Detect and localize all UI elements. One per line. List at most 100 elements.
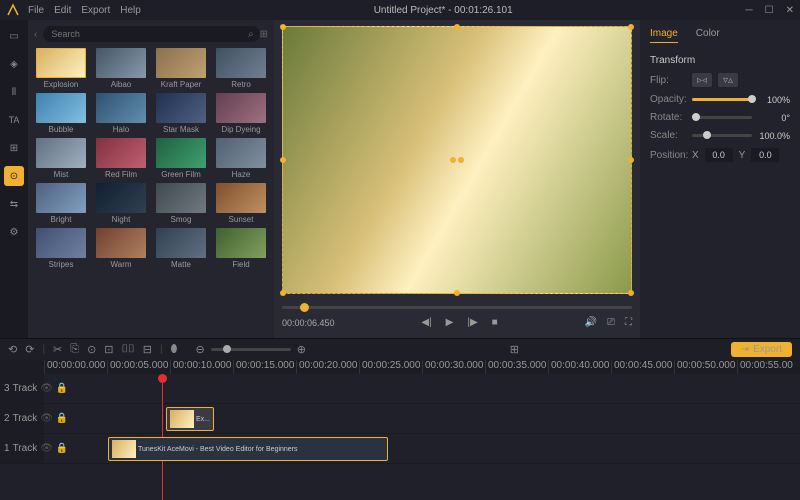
ruler-tick: 00:00:30.000 xyxy=(422,360,485,374)
zoom-slider[interactable] xyxy=(211,348,291,351)
templates-tab-icon[interactable]: ⊞ xyxy=(4,138,24,158)
effect-thumb[interactable]: Dip Dyeing xyxy=(214,93,268,134)
playback-time: 00:00:06.450 xyxy=(282,318,335,328)
effect-label: Red Film xyxy=(105,170,137,179)
effect-label: Kraft Paper xyxy=(161,80,201,89)
track-number: 1 xyxy=(4,443,10,454)
marker-button[interactable]: ⬮ xyxy=(171,343,178,356)
flip-horizontal-button[interactable]: ▹◃ xyxy=(692,73,712,87)
settings-icon[interactable]: ⊞ xyxy=(510,343,519,356)
preview-canvas[interactable] xyxy=(282,26,632,294)
close-button[interactable]: ✕ xyxy=(786,5,794,16)
ruler-tick: 00:00:40.000 xyxy=(548,360,611,374)
back-icon[interactable]: ‹ xyxy=(34,29,37,40)
position-x-input[interactable] xyxy=(705,148,733,162)
minimize-button[interactable]: ─ xyxy=(746,5,753,16)
track-row: 2Track👁🔒Ex... xyxy=(0,404,800,434)
menu-help[interactable]: Help xyxy=(120,5,141,16)
split-button[interactable]: ⌷⌷ xyxy=(122,343,135,356)
ruler-tick: 00:00:55.00 xyxy=(737,360,800,374)
effect-thumb[interactable]: Bubble xyxy=(34,93,88,134)
rotate-slider[interactable] xyxy=(692,116,752,119)
zoom-in-button[interactable]: ⊕ xyxy=(297,343,306,356)
effect-thumb[interactable]: Star Mask xyxy=(154,93,208,134)
search-input[interactable] xyxy=(43,26,260,42)
effects-tab-icon[interactable]: ⊙ xyxy=(4,166,24,186)
effect-thumb[interactable]: Retro xyxy=(214,48,268,89)
snapshot-icon[interactable]: ⎚ xyxy=(607,317,615,328)
effect-thumb[interactable]: Smog xyxy=(154,183,208,224)
track-row: 1Track👁🔒TunesKit AceMovi - Best Video Ed… xyxy=(0,434,800,464)
crop-button[interactable]: ⊡ xyxy=(104,343,113,356)
next-frame-button[interactable]: |▶ xyxy=(467,317,477,328)
position-label: Position: xyxy=(650,150,686,161)
copy-button[interactable]: ⎘ xyxy=(70,343,79,356)
audio-tab-icon[interactable]: ⦀ xyxy=(4,82,24,102)
effect-label: Smog xyxy=(171,215,192,224)
undo-button[interactable]: ⟲ xyxy=(8,343,17,356)
effect-thumb[interactable]: Night xyxy=(94,183,148,224)
text-tab-icon[interactable]: TA xyxy=(4,110,24,130)
flip-vertical-button[interactable]: ▿▵ xyxy=(718,73,738,87)
tab-color[interactable]: Color xyxy=(696,28,720,43)
effect-thumb[interactable]: Aibao xyxy=(94,48,148,89)
effect-thumb[interactable]: Stripes xyxy=(34,228,88,269)
media-tab-icon[interactable]: ▭ xyxy=(4,26,24,46)
ruler-tick: 00:00:20.000 xyxy=(296,360,359,374)
effect-thumb[interactable]: Halo xyxy=(94,93,148,134)
effect-thumb[interactable]: Mist xyxy=(34,138,88,179)
search-icon: ⌕ xyxy=(248,29,254,40)
cut-button[interactable]: ✂ xyxy=(53,343,62,356)
play-button[interactable]: ▶ xyxy=(446,317,454,328)
effect-label: Haze xyxy=(232,170,251,179)
delete-button[interactable]: ⊟ xyxy=(143,343,152,356)
effect-thumb[interactable]: Field xyxy=(214,228,268,269)
export-button[interactable]: ⇥Export xyxy=(731,342,792,357)
position-y-input[interactable] xyxy=(751,148,779,162)
prev-frame-button[interactable]: ◀| xyxy=(421,317,431,328)
transitions-tab-icon[interactable]: ⇆ xyxy=(4,194,24,214)
effect-thumb[interactable]: Bright xyxy=(34,183,88,224)
menu-file[interactable]: File xyxy=(28,5,44,16)
effect-thumb[interactable]: Sunset xyxy=(214,183,268,224)
layers-tab-icon[interactable]: ◈ xyxy=(4,54,24,74)
maximize-button[interactable]: ☐ xyxy=(765,5,774,16)
tab-image[interactable]: Image xyxy=(650,28,678,43)
timeline-clip[interactable]: TunesKit AceMovi - Best Video Editor for… xyxy=(108,437,388,461)
effect-label: Dip Dyeing xyxy=(221,125,260,134)
menu-export[interactable]: Export xyxy=(81,5,110,16)
speed-button[interactable]: ⊙ xyxy=(87,343,96,356)
redo-button[interactable]: ⟳ xyxy=(25,343,34,356)
grid-view-icon[interactable]: ⊞ xyxy=(260,29,268,40)
timeline-clip[interactable]: Ex... xyxy=(166,407,214,431)
app-logo xyxy=(6,3,20,17)
rotate-label: Rotate: xyxy=(650,112,686,123)
volume-icon[interactable]: 🔊 xyxy=(585,317,597,328)
effect-thumb[interactable]: Explosion xyxy=(34,48,88,89)
effect-label: Retro xyxy=(231,80,251,89)
pos-x-label: X xyxy=(692,150,699,161)
rotate-value: 0° xyxy=(758,113,790,123)
ruler-tick: 00:00:35.000 xyxy=(485,360,548,374)
window-title: Untitled Project* - 00:01:26.101 xyxy=(141,5,746,16)
effect-thumb[interactable]: Warm xyxy=(94,228,148,269)
effect-label: Warm xyxy=(110,260,131,269)
effect-thumb[interactable]: Green Film xyxy=(154,138,208,179)
effect-thumb[interactable]: Matte xyxy=(154,228,208,269)
transform-header: Transform xyxy=(650,55,790,66)
effect-thumb[interactable]: Kraft Paper xyxy=(154,48,208,89)
menu-edit[interactable]: Edit xyxy=(54,5,71,16)
opacity-value: 100% xyxy=(758,95,790,105)
effect-label: Sunset xyxy=(229,215,254,224)
scale-value: 100.0% xyxy=(758,131,790,141)
fullscreen-icon[interactable]: ⛶ xyxy=(625,317,632,328)
effect-thumb[interactable]: Red Film xyxy=(94,138,148,179)
scale-slider[interactable] xyxy=(692,134,752,137)
zoom-out-button[interactable]: ⊖ xyxy=(195,343,204,356)
settings-tab-icon[interactable]: ⚙ xyxy=(4,222,24,242)
stop-button[interactable]: ■ xyxy=(492,317,498,328)
playback-scrubber[interactable] xyxy=(282,306,632,309)
opacity-slider[interactable] xyxy=(692,98,752,101)
effect-label: Bright xyxy=(51,215,72,224)
effect-thumb[interactable]: Haze xyxy=(214,138,268,179)
